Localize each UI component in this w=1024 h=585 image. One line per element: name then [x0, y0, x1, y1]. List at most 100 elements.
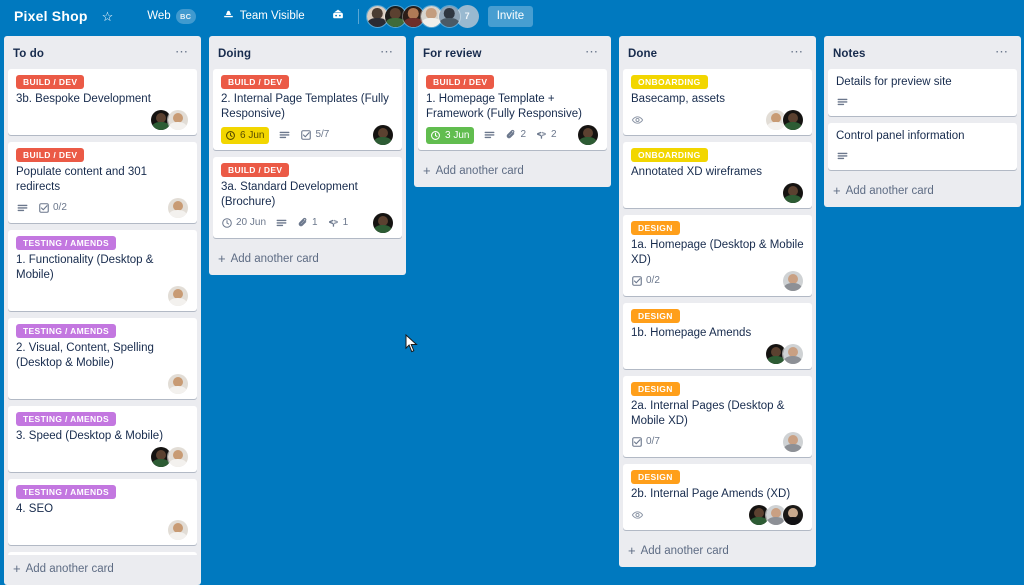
- card-label[interactable]: BUILD / DEV: [16, 148, 85, 162]
- team-name-button[interactable]: Web BC: [141, 6, 201, 26]
- card-members: [765, 343, 804, 365]
- badge-value: 0/2: [53, 202, 67, 213]
- avatar[interactable]: [782, 182, 804, 204]
- card-labels: ONBOARDING: [631, 148, 804, 162]
- avatar[interactable]: [167, 197, 189, 219]
- badge-checklist: 0/7: [631, 435, 660, 449]
- card[interactable]: BUILD / DEV 3b. Bespoke Development: [8, 69, 197, 135]
- card-label[interactable]: BUILD / DEV: [16, 75, 85, 89]
- card-label[interactable]: ONBOARDING: [631, 148, 708, 162]
- due-date-badge[interactable]: 3 Jun: [426, 126, 475, 144]
- card-label[interactable]: TESTING / AMENDS: [16, 236, 117, 250]
- badge-card-link: 1: [327, 216, 348, 230]
- board-title[interactable]: Pixel Shop: [8, 8, 96, 24]
- avatar[interactable]: [782, 109, 804, 131]
- plus-icon: +: [13, 561, 21, 576]
- card-label[interactable]: DESIGN: [631, 382, 680, 396]
- list-menu-icon[interactable]: ⋯: [581, 45, 603, 62]
- card[interactable]: TESTING / AMENDS 2. Visual, Content, Spel…: [8, 318, 197, 399]
- list-menu-icon[interactable]: ⋯: [376, 45, 398, 62]
- avatar[interactable]: [372, 124, 394, 146]
- avatar[interactable]: [782, 431, 804, 453]
- card[interactable]: ONBOARDING Annotated XD wireframes: [623, 142, 812, 208]
- card-label[interactable]: DESIGN: [631, 309, 680, 323]
- avatar-face: [783, 110, 803, 130]
- card-label[interactable]: BUILD / DEV: [221, 163, 290, 177]
- star-board-button[interactable]: ☆: [96, 6, 120, 26]
- card[interactable]: BUILD / DEV Populate content and 301 redi…: [8, 142, 197, 223]
- card-title: 2. Visual, Content, Spelling (Desktop & …: [16, 342, 154, 369]
- list-menu-icon[interactable]: ⋯: [786, 45, 808, 62]
- card[interactable]: BUILD / DEV 2. Internal Page Templates (F…: [213, 69, 402, 150]
- team-name-label: Web: [147, 10, 171, 22]
- badge-attachment: 2: [505, 128, 526, 142]
- card[interactable]: LAUNCHGo-live22: [8, 552, 197, 555]
- list-title[interactable]: Notes: [833, 48, 865, 60]
- avatar[interactable]: [372, 212, 394, 234]
- card-label[interactable]: BUILD / DEV: [426, 75, 495, 89]
- avatar[interactable]: [167, 109, 189, 131]
- list-menu-icon[interactable]: ⋯: [171, 45, 193, 62]
- card-members: [782, 270, 804, 292]
- invite-button[interactable]: Invite: [487, 5, 534, 27]
- card-label[interactable]: TESTING / AMENDS: [16, 324, 117, 338]
- card[interactable]: BUILD / DEV 1. Homepage Template + Framew…: [418, 69, 607, 150]
- card-label[interactable]: TESTING / AMENDS: [16, 485, 117, 499]
- add-card-button[interactable]: + Add another card: [824, 177, 1021, 207]
- card-label[interactable]: DESIGN: [631, 470, 680, 484]
- card[interactable]: TESTING / AMENDS 1. Functionality (Deskto…: [8, 230, 197, 311]
- add-card-label: Add another card: [845, 185, 934, 197]
- add-card-button[interactable]: + Add another card: [414, 157, 611, 187]
- add-card-button[interactable]: + Add another card: [4, 555, 201, 585]
- card-label[interactable]: BUILD / DEV: [221, 75, 290, 89]
- list-header: To do ⋯: [4, 36, 201, 69]
- avatar[interactable]: [782, 270, 804, 292]
- card-labels: BUILD / DEV: [16, 148, 189, 162]
- card[interactable]: Control panel information: [828, 123, 1017, 170]
- card-badges-row: [836, 146, 1009, 166]
- avatar[interactable]: [167, 446, 189, 468]
- butler-bot-button[interactable]: [325, 6, 351, 26]
- list-to-do: To do ⋯ BUILD / DEV 3b. Bespoke Development…: [0, 36, 205, 585]
- add-card-button[interactable]: + Add another card: [619, 537, 816, 567]
- card-list: Details for preview site Control panel in…: [824, 69, 1021, 177]
- card-labels: ONBOARDING: [631, 75, 804, 89]
- avatar[interactable]: [782, 504, 804, 526]
- card-badges: 20 Jun 1 1: [221, 216, 372, 230]
- card[interactable]: Details for preview site: [828, 69, 1017, 116]
- list-title[interactable]: Done: [628, 48, 657, 60]
- card[interactable]: DESIGN 1b. Homepage Amends: [623, 303, 812, 369]
- card-badges-row: 20 Jun 1 1: [221, 212, 394, 234]
- card-list: BUILD / DEV 1. Homepage Template + Framew…: [414, 69, 611, 157]
- avatar[interactable]: [577, 124, 599, 146]
- card[interactable]: TESTING / AMENDS 3. Speed (Desktop & Mobi…: [8, 406, 197, 472]
- card[interactable]: ONBOARDING Basecamp, assets: [623, 69, 812, 135]
- avatar-face: [783, 183, 803, 203]
- avatar-face: [373, 213, 393, 233]
- avatar[interactable]: [167, 519, 189, 541]
- due-date-badge[interactable]: 6 Jun: [221, 126, 270, 144]
- avatar-face: [168, 374, 188, 394]
- card[interactable]: DESIGN 1a. Homepage (Desktop & Mobile XD)…: [623, 215, 812, 296]
- card[interactable]: DESIGN 2b. Internal Page Amends (XD): [623, 464, 812, 530]
- avatar[interactable]: [167, 373, 189, 395]
- card-title: 1. Homepage Template + Framework (Fully …: [426, 93, 582, 120]
- list-title[interactable]: To do: [13, 48, 44, 60]
- avatar[interactable]: [167, 285, 189, 307]
- add-card-button[interactable]: + Add another card: [209, 245, 406, 275]
- card[interactable]: BUILD / DEV 3a. Standard Development (Bro…: [213, 157, 402, 238]
- card-label[interactable]: TESTING / AMENDS: [16, 412, 117, 426]
- visibility-button[interactable]: Team Visible: [216, 6, 311, 26]
- list-title[interactable]: For review: [423, 48, 482, 60]
- card-label[interactable]: ONBOARDING: [631, 75, 708, 89]
- card-title: 2. Internal Page Templates (Fully Respon…: [221, 93, 389, 120]
- card-label[interactable]: DESIGN: [631, 221, 680, 235]
- list-title[interactable]: Doing: [218, 48, 251, 60]
- card[interactable]: DESIGN 2a. Internal Pages (Desktop & Mobi…: [623, 376, 812, 457]
- card[interactable]: TESTING / AMENDS 4. SEO: [8, 479, 197, 545]
- card-badges-row: [631, 182, 804, 204]
- avatar[interactable]: [437, 4, 461, 28]
- avatar[interactable]: [782, 343, 804, 365]
- add-card-label: Add another card: [640, 545, 729, 557]
- list-menu-icon[interactable]: ⋯: [991, 45, 1013, 62]
